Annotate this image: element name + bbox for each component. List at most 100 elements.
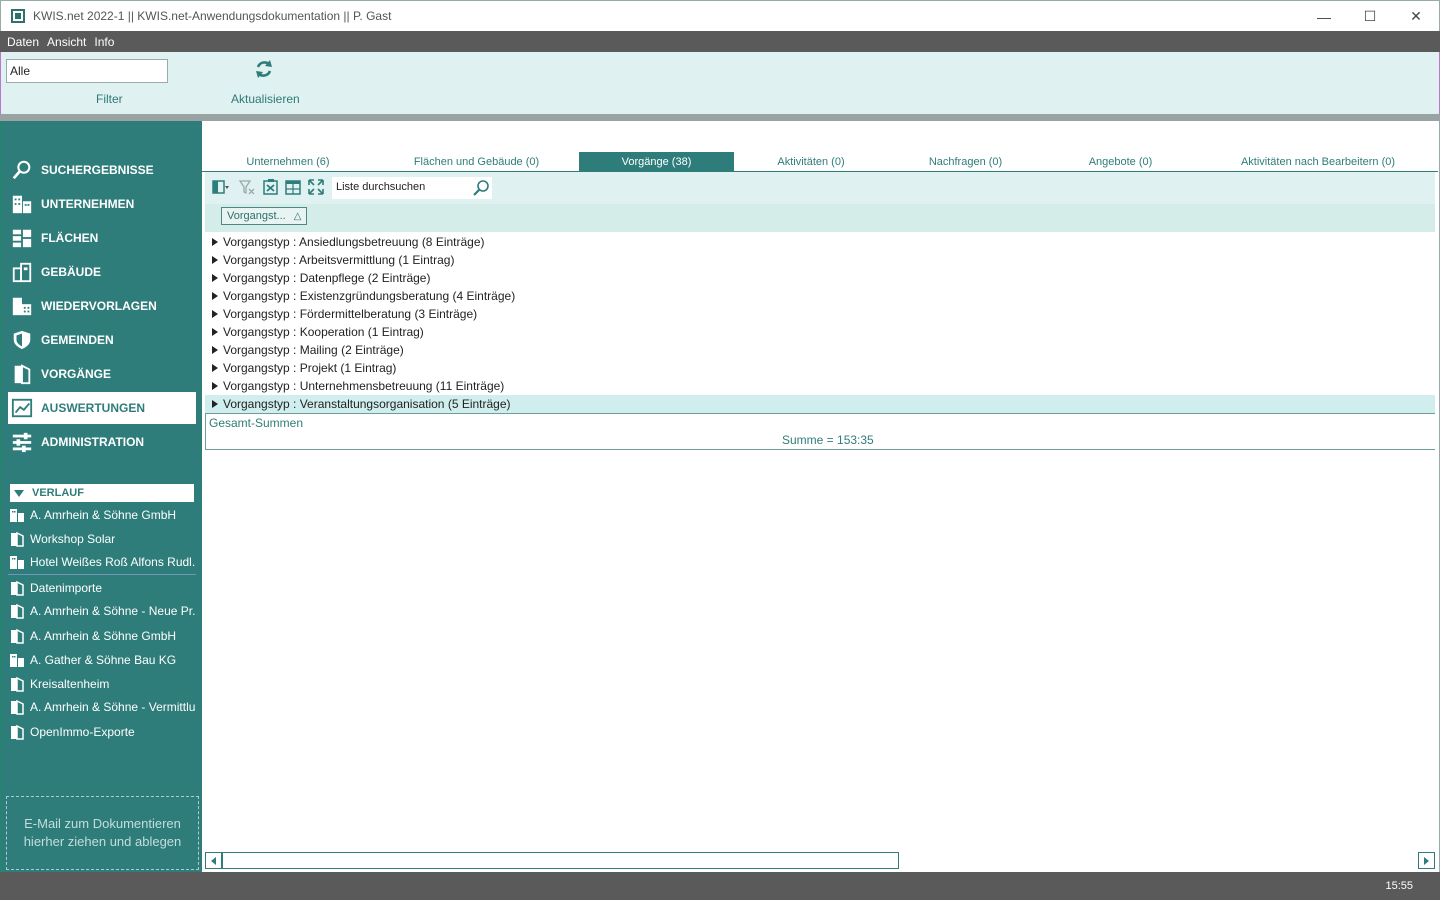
company-icon <box>12 195 32 214</box>
company-icon <box>10 556 24 569</box>
group-by-bar: Vorgangst... △ <box>205 204 1435 232</box>
menu-daten[interactable]: Daten <box>7 35 39 49</box>
scroll-right-button[interactable] <box>1418 852 1435 869</box>
app-icon <box>11 9 25 23</box>
nav-label: AUSWERTUNGEN <box>41 401 145 415</box>
excel-export-icon[interactable] <box>262 178 280 196</box>
expand-arrow-icon[interactable] <box>212 292 218 300</box>
history-separator <box>8 574 196 575</box>
expand-arrow-icon[interactable] <box>212 364 218 372</box>
close-button[interactable]: ✕ <box>1393 1 1439 32</box>
expand-arrow-icon[interactable] <box>212 346 218 354</box>
nav-label: SUCHERGEBNISSE <box>41 163 154 177</box>
nav-label: FLÄCHEN <box>41 231 99 245</box>
shield-icon <box>13 330 31 350</box>
collapse-triangle-icon <box>14 489 24 497</box>
menu-ansicht[interactable]: Ansicht <box>47 35 86 49</box>
group-chip-vorgangstyp[interactable]: Vorgangst... △ <box>221 207 308 225</box>
refresh-label[interactable]: Aktualisieren <box>231 92 300 106</box>
nav-auswertungen[interactable]: AUSWERTUNGEN <box>8 392 196 424</box>
document-icon <box>11 699 24 715</box>
tab-flaechen-gebaeude[interactable]: Flächen und Gebäude (0) <box>374 152 579 172</box>
chart-icon <box>11 398 33 418</box>
nav-suchergebnisse[interactable]: SUCHERGEBNISSE <box>8 154 196 186</box>
history-item[interactable]: OpenImmo-Exporte <box>8 721 196 743</box>
history-item[interactable]: Datenimporte <box>8 577 196 599</box>
columns-icon[interactable] <box>211 178 229 196</box>
totals-sum: Summe = 153:35 <box>782 433 874 447</box>
history-item[interactable]: Workshop Solar <box>8 528 196 550</box>
expand-arrow-icon[interactable] <box>212 328 218 336</box>
expand-arrow-icon[interactable] <box>212 310 218 318</box>
group-row-selected[interactable]: Vorgangstyp : Veranstaltungsorganisation… <box>205 395 1435 413</box>
nav-gemeinden[interactable]: GEMEINDEN <box>8 324 196 356</box>
group-row[interactable]: Vorgangstyp : Datenpflege (2 Einträge) <box>205 269 1435 287</box>
nav-label: UNTERNEHMEN <box>41 197 135 211</box>
expand-arrow-icon[interactable] <box>212 256 218 264</box>
nav-wiedervorlagen[interactable]: WIEDERVORLAGEN <box>8 290 196 322</box>
refresh-icon[interactable] <box>252 57 276 81</box>
window-controls: — ☐ ✕ <box>1301 1 1439 32</box>
tab-angebote[interactable]: Angebote (0) <box>1043 152 1198 172</box>
clear-filter-icon[interactable] <box>238 178 256 196</box>
group-row[interactable]: Vorgangstyp : Unternehmensbetreuung (11 … <box>205 377 1435 395</box>
document-icon <box>11 603 24 619</box>
list-search-input[interactable]: Liste durchsuchen <box>332 177 492 199</box>
scroll-left-icon <box>211 856 216 865</box>
document-icon <box>11 580 24 596</box>
email-dropzone[interactable]: E-Mail zum Dokumentieren hierher ziehen … <box>6 796 199 870</box>
ribbon-separator <box>0 114 1440 121</box>
areas-icon <box>12 229 32 248</box>
tab-nachfragen[interactable]: Nachfragen (0) <box>888 152 1043 172</box>
document-icon <box>11 676 24 692</box>
window-title: KWIS.net 2022-1 || KWIS.net-Anwendungsdo… <box>33 9 392 23</box>
group-row[interactable]: Vorgangstyp : Ansiedlungsbetreuung (8 Ei… <box>205 233 1435 251</box>
tab-aktivitaeten[interactable]: Aktivitäten (0) <box>734 152 888 172</box>
expand-arrow-icon[interactable] <box>212 382 218 390</box>
group-row[interactable]: Vorgangstyp : Existenzgründungsberatung … <box>205 287 1435 305</box>
tab-strip: Unternehmen (6) Flächen und Gebäude (0) … <box>202 152 1438 172</box>
expand-arrow-icon[interactable] <box>212 274 218 282</box>
nav-gebaeude[interactable]: GEBÄUDE <box>8 256 196 288</box>
tab-vorgaenge[interactable]: Vorgänge (38) <box>579 152 734 172</box>
scroll-left-button[interactable] <box>205 852 222 869</box>
history-header[interactable]: VERLAUF <box>10 484 194 502</box>
group-row[interactable]: Vorgangstyp : Arbeitsvermittlung (1 Eint… <box>205 251 1435 269</box>
history-item[interactable]: Hotel Weißes Roß Alfons Rudl... <box>8 551 196 573</box>
expand-all-icon[interactable] <box>307 178 325 196</box>
nav-vorgaenge[interactable]: VORGÄNGE <box>8 358 196 390</box>
history-item[interactable]: A. Amrhein & Söhne - Vermittlu... <box>8 696 196 718</box>
maximize-button[interactable]: ☐ <box>1347 1 1393 32</box>
group-row[interactable]: Vorgangstyp : Mailing (2 Einträge) <box>205 341 1435 359</box>
group-row[interactable]: Vorgangstyp : Kooperation (1 Eintrag) <box>205 323 1435 341</box>
nav-flaechen[interactable]: FLÄCHEN <box>8 222 196 254</box>
expand-arrow-icon[interactable] <box>212 400 218 408</box>
filter-dropdown[interactable]: Alle <box>6 59 168 83</box>
history-item[interactable]: Kreisaltenheim <box>8 673 196 695</box>
document-icon <box>14 364 31 385</box>
nav-administration[interactable]: ADMINISTRATION <box>8 426 196 458</box>
menu-info[interactable]: Info <box>94 35 114 49</box>
scroll-thumb[interactable] <box>222 852 899 869</box>
history-item[interactable]: A. Gather & Söhne Bau KG <box>8 649 196 671</box>
minimize-button[interactable]: — <box>1301 1 1347 32</box>
group-row[interactable]: Vorgangstyp : Fördermittelberatung (3 Ei… <box>205 305 1435 323</box>
document-icon <box>11 724 24 740</box>
nav-unternehmen[interactable]: UNTERNEHMEN <box>8 188 196 220</box>
nav-label: ADMINISTRATION <box>41 435 145 449</box>
tab-aktivitaeten-bearbeiter[interactable]: Aktivitäten nach Bearbeitern (0) <box>1198 152 1438 172</box>
totals-label: Gesamt-Summen <box>209 416 304 430</box>
table-layout-icon[interactable] <box>284 178 302 196</box>
horizontal-scrollbar[interactable] <box>205 852 1435 869</box>
filter-label: Filter <box>96 92 123 106</box>
totals-footer: Gesamt-Summen Summe = 153:35 <box>205 413 1435 450</box>
nav-label: GEBÄUDE <box>41 265 102 279</box>
tab-unternehmen[interactable]: Unternehmen (6) <box>202 152 374 172</box>
search-icon[interactable] <box>472 179 490 197</box>
history-item[interactable]: A. Amrhein & Söhne GmbH <box>8 504 196 526</box>
history-item[interactable]: A. Amrhein & Söhne - Neue Pr... <box>8 600 196 622</box>
group-rows: Vorgangstyp : Ansiedlungsbetreuung (8 Ei… <box>205 233 1435 413</box>
history-item[interactable]: A. Amrhein & Söhne GmbH <box>8 625 196 647</box>
group-row[interactable]: Vorgangstyp : Projekt (1 Eintrag) <box>205 359 1435 377</box>
expand-arrow-icon[interactable] <box>212 238 218 246</box>
